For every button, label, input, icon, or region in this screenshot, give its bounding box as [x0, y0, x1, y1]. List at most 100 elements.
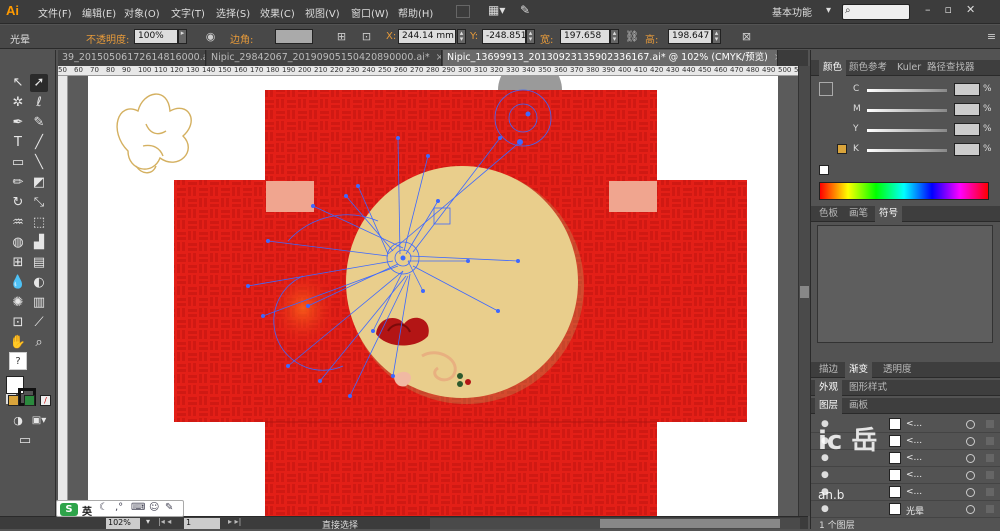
- cmyk-row-m[interactable]: M%: [811, 102, 1000, 118]
- panel-menu-icon[interactable]: ≡: [985, 30, 998, 43]
- workspace-switcher[interactable]: 基本功能: [772, 4, 812, 19]
- width-field[interactable]: 197.658: [560, 29, 610, 44]
- selection-indicator[interactable]: [986, 488, 994, 496]
- tab-stroke[interactable]: 描边: [815, 362, 842, 378]
- paintbrush-tool-icon[interactable]: ╲: [30, 154, 48, 172]
- eye-icon[interactable]: ●: [821, 504, 829, 514]
- question-icon[interactable]: ?: [9, 352, 27, 370]
- tab-swatches[interactable]: 色板: [815, 206, 842, 222]
- ime-toolbar[interactable]: S 英 ☾ ,° ⌨ ☺ ✎: [56, 500, 184, 518]
- warp-tool-icon[interactable]: ♒: [9, 214, 27, 232]
- symbols-list[interactable]: [817, 225, 993, 343]
- gpu-icon[interactable]: ✎: [520, 3, 530, 17]
- rotate-tool-icon[interactable]: ↻: [9, 194, 27, 212]
- free-transform-tool-icon[interactable]: ⬚: [30, 214, 48, 232]
- ruler-horizontal[interactable]: 50 60 70 80 90 100 110 120 130 140 150 160 170 180 190…: [58, 66, 807, 76]
- channel-field[interactable]: [954, 103, 980, 116]
- rectangle-tool-icon[interactable]: ▭: [9, 154, 27, 172]
- glue-tab-right[interactable]: [609, 181, 657, 212]
- close-icon[interactable]: ×: [436, 52, 441, 63]
- layer-row[interactable]: ● <...: [811, 467, 1000, 484]
- color-spectrum[interactable]: [819, 182, 989, 200]
- menu-type[interactable]: 文字(T): [171, 5, 205, 20]
- selection-indicator[interactable]: [986, 505, 994, 513]
- current-color-swatch[interactable]: [837, 144, 847, 154]
- vertical-scrollbar[interactable]: [798, 66, 810, 516]
- selection-indicator[interactable]: [986, 471, 994, 479]
- menu-help[interactable]: 帮助(H): [398, 5, 433, 20]
- x-field[interactable]: 244.14 mm: [398, 29, 456, 44]
- gradient-mode-icon[interactable]: [24, 395, 35, 406]
- selection-indicator[interactable]: [986, 454, 994, 462]
- draw-mode-icon[interactable]: ◑: [9, 412, 27, 430]
- eraser-tool-icon[interactable]: ◩: [30, 174, 48, 192]
- tab-gradient[interactable]: 渐变: [845, 362, 873, 378]
- tab-document-2[interactable]: Nipic_29842067_20190905150420890000.ai* ×: [207, 50, 442, 66]
- target-icon[interactable]: [966, 488, 975, 497]
- layer-name[interactable]: 光晕: [906, 504, 924, 517]
- artboard[interactable]: [88, 76, 778, 516]
- tab-transparency[interactable]: 透明度: [879, 362, 916, 378]
- none-swatch[interactable]: [819, 165, 829, 175]
- zoom-field[interactable]: 102%: [106, 518, 140, 529]
- menu-view[interactable]: 视图(V): [305, 5, 340, 20]
- magic-wand-tool-icon[interactable]: ✲: [9, 94, 27, 112]
- search-input[interactable]: ⌕: [842, 4, 910, 20]
- chevron-down-icon[interactable]: ▾: [826, 5, 831, 16]
- align-icon[interactable]: ⊞: [335, 30, 348, 43]
- x-stepper[interactable]: ▴ ▾: [457, 29, 466, 44]
- cmyk-row-y[interactable]: Y%: [811, 122, 1000, 138]
- eyedropper-tool-icon[interactable]: 💧: [9, 274, 27, 292]
- opacity-label[interactable]: 不透明度:: [86, 31, 129, 46]
- height-stepper[interactable]: ▴ ▾: [712, 29, 721, 44]
- layer-name[interactable]: <...: [906, 419, 922, 429]
- scale-tool-icon[interactable]: ⤡: [30, 194, 48, 212]
- tab-kuler[interactable]: Kuler: [893, 60, 925, 76]
- menu-object[interactable]: 对象(O): [124, 5, 160, 20]
- punctuation-icon[interactable]: ,°: [115, 502, 123, 513]
- isolate-icon[interactable]: ⊠: [740, 30, 753, 43]
- close-icon[interactable]: ×: [774, 52, 777, 63]
- mesh-tool-icon[interactable]: ⊞: [9, 254, 27, 272]
- chevron-down-icon[interactable]: ▾: [146, 517, 150, 526]
- pencil-tool-icon[interactable]: ✏: [9, 174, 27, 192]
- scroll-thumb[interactable]: [600, 519, 780, 528]
- screen-mode-icon[interactable]: ▭: [16, 432, 34, 450]
- ime-language[interactable]: 英: [82, 503, 92, 518]
- link-icon[interactable]: ⛓: [625, 30, 639, 43]
- type-tool-icon[interactable]: T: [9, 134, 27, 152]
- corner-field[interactable]: [275, 29, 313, 44]
- tab-appearance[interactable]: 外观: [815, 380, 843, 396]
- curvature-tool-icon[interactable]: ✎: [30, 114, 48, 132]
- selection-indicator[interactable]: [986, 437, 994, 445]
- line-tool-icon[interactable]: ╱: [30, 134, 48, 152]
- moon-circle[interactable]: [346, 166, 578, 398]
- graph-tool-icon[interactable]: ▥: [30, 294, 48, 312]
- opacity-field[interactable]: 100%: [134, 29, 178, 44]
- hand-tool-icon[interactable]: ✋: [9, 334, 27, 352]
- tab-brushes[interactable]: 画笔: [845, 206, 872, 222]
- tab-document-3[interactable]: Nipic_13699913_20130923135902336167.ai* …: [443, 50, 778, 66]
- target-icon[interactable]: [966, 454, 975, 463]
- layer-name[interactable]: <...: [906, 453, 922, 463]
- moon-icon[interactable]: ☾: [99, 502, 108, 513]
- tab-graphic-styles[interactable]: 图形样式: [845, 380, 891, 396]
- artboard-number-field[interactable]: 1: [184, 518, 220, 529]
- slice-tool-icon[interactable]: ⟋: [30, 314, 48, 332]
- tab-artboards[interactable]: 画板: [845, 398, 872, 414]
- eye-icon[interactable]: ●: [821, 470, 829, 480]
- pen-tool-icon[interactable]: ✒: [9, 114, 27, 132]
- tab-color-guide[interactable]: 颜色参考: [845, 60, 891, 76]
- menu-edit[interactable]: 编辑(E): [82, 5, 116, 20]
- layer-name[interactable]: <...: [906, 436, 922, 446]
- color-mode-icon[interactable]: [8, 395, 19, 406]
- bridge-icon[interactable]: [456, 5, 470, 18]
- tab-document-1[interactable]: 39_20150506172614816000.ai*×: [58, 50, 206, 66]
- target-icon[interactable]: [966, 505, 975, 514]
- tab-pathfinder[interactable]: 路径查找器: [923, 60, 979, 76]
- target-icon[interactable]: [966, 437, 975, 446]
- target-icon[interactable]: [966, 420, 975, 429]
- slider-track[interactable]: [867, 89, 947, 92]
- corner-label[interactable]: 边角:: [230, 31, 253, 46]
- shape-builder-tool-icon[interactable]: ◍: [9, 234, 27, 252]
